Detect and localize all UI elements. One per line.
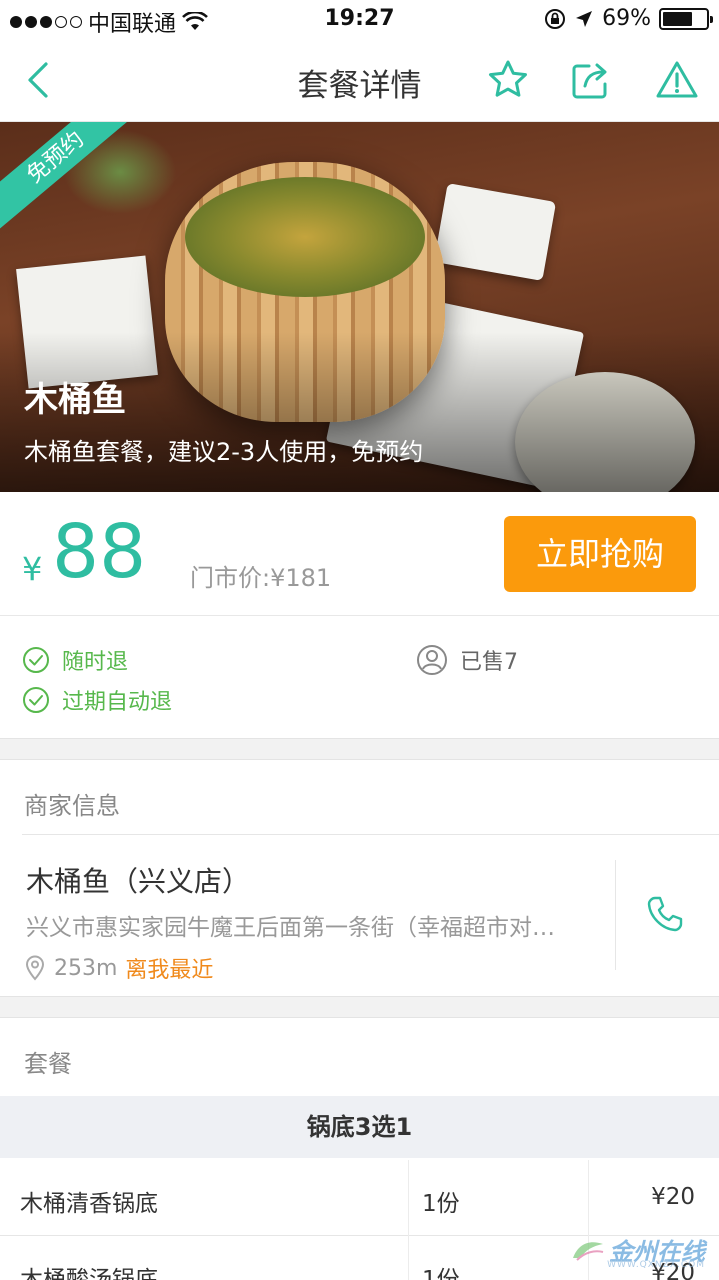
hero-image[interactable]: 免预约 木桶鱼 木桶鱼套餐，建议2-3人使用，免预约: [0, 122, 719, 492]
sold-count: 已售7: [416, 644, 518, 676]
battery-fill: [663, 11, 692, 26]
watermark-url: WWW.QXNZX.COM: [607, 1260, 705, 1270]
package-group-header: 锅底3选1: [0, 1096, 719, 1158]
package-section-title: 套餐: [24, 1050, 72, 1078]
sold-count-label: 已售7: [460, 650, 518, 675]
battery-percent: 69%: [602, 6, 651, 31]
section-gap: [0, 996, 719, 1018]
report-warning-icon[interactable]: [655, 58, 699, 102]
no-reservation-badge: 免预约: [0, 122, 137, 230]
perk-refund-expired-label: 过期自动退: [62, 690, 173, 715]
deal-title: 木桶鱼: [24, 380, 126, 420]
distance-value: 253m: [54, 955, 118, 981]
deal-price: 88: [52, 509, 147, 595]
column-divider: [588, 1160, 589, 1236]
user-circle-icon: [417, 645, 447, 675]
share-icon[interactable]: [569, 58, 613, 102]
vertical-divider: [615, 860, 616, 970]
status-right: 69%: [544, 6, 713, 31]
nav-bar: 套餐详情: [0, 40, 719, 122]
menu-item-name: 木桶清香锅底: [20, 1191, 158, 1217]
watermark: 金州在线 WWW.QXNZX.COM: [571, 1232, 705, 1270]
status-bar: 中国联通 19:27 69%: [0, 0, 719, 40]
merchant-distance: 253m 离我最近: [24, 952, 213, 984]
phone-icon[interactable]: [640, 890, 688, 938]
merchant-name[interactable]: 木桶鱼（兴义店）: [26, 860, 250, 900]
section-gap: [0, 738, 719, 760]
favorite-star-icon[interactable]: [486, 58, 530, 102]
menu-item-name: 木桶酸汤锅底: [20, 1267, 158, 1280]
menu-item: 木桶清香锅底 1份 ¥20: [0, 1160, 719, 1236]
perk-refund-anytime-label: 随时退: [62, 650, 129, 675]
location-pin-icon: [25, 955, 45, 981]
column-divider: [408, 1236, 409, 1280]
perks: 随时退 过期自动退 已售7: [0, 616, 719, 738]
check-circle-icon: [23, 687, 49, 713]
nearest-label: 离我最近: [125, 958, 214, 983]
price-row: ¥ 88 门市价:¥181 立即抢购: [0, 492, 719, 616]
back-chevron-icon[interactable]: [20, 60, 60, 100]
rotation-lock-icon: [545, 8, 566, 29]
hero-soup: [185, 177, 425, 297]
perk-refund-anytime: 随时退: [22, 644, 128, 676]
deal-subtitle: 木桶鱼套餐，建议2-3人使用，免预约: [24, 438, 424, 466]
merchant-section-title: 商家信息: [24, 792, 120, 820]
merchant-address[interactable]: 兴义市惠实家园牛魔王后面第一条街（幸福超市对…: [26, 908, 616, 942]
market-price: 门市价:¥181: [190, 564, 332, 592]
perk-refund-expired: 过期自动退: [22, 684, 172, 716]
divider: [22, 834, 719, 835]
watermark-logo-icon: [573, 1241, 604, 1261]
battery-icon: [659, 7, 713, 30]
column-divider: [408, 1160, 409, 1236]
buy-now-button[interactable]: 立即抢购: [504, 516, 696, 592]
menu-item-qty: 1份: [422, 1191, 460, 1217]
currency-symbol: ¥: [22, 550, 43, 588]
hero-plate-right: [433, 183, 557, 281]
location-arrow-icon: [576, 10, 593, 27]
menu-item-price: ¥20: [651, 1184, 695, 1210]
check-circle-icon: [23, 647, 49, 673]
menu-item-qty: 1份: [422, 1267, 460, 1280]
